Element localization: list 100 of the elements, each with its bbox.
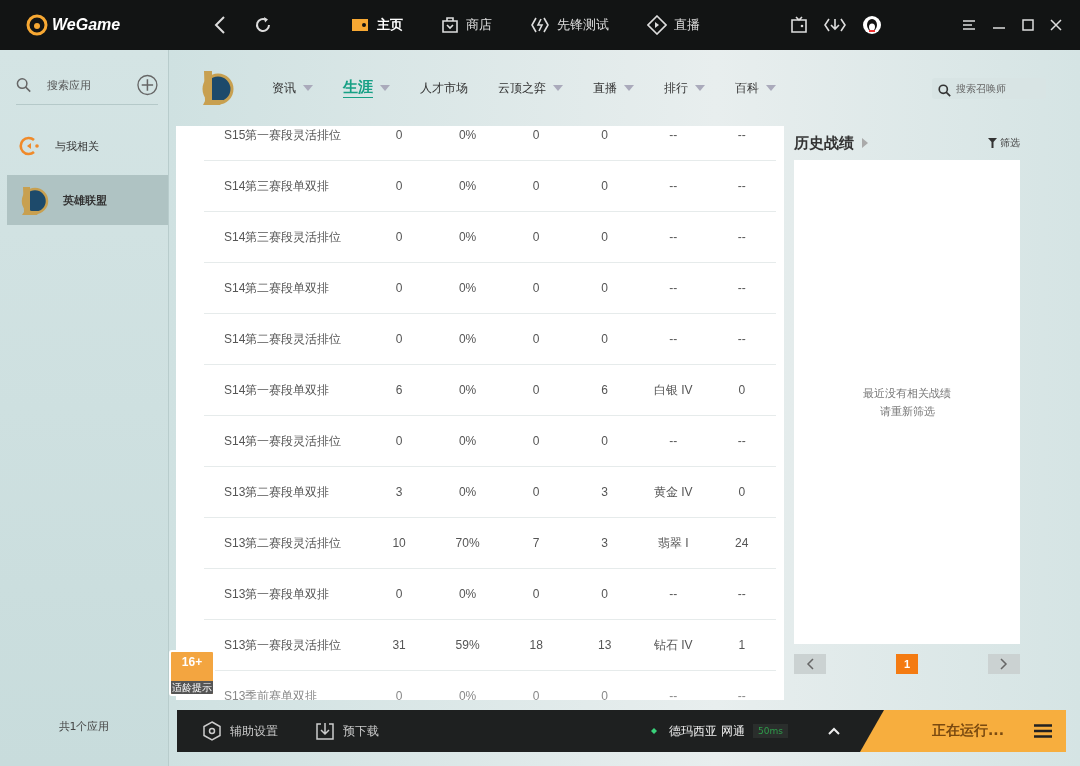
refresh-icon[interactable]	[254, 16, 272, 34]
lightning-icon	[530, 16, 550, 34]
table-cell-text: 0	[394, 434, 404, 448]
table-cell-text: S14第一赛段单双排	[223, 381, 331, 399]
table-cell-text: 0%	[457, 179, 478, 193]
table-cell-text: S14第一赛段灵活排位	[223, 432, 343, 450]
table-cell-text: 钻石 IV	[652, 636, 694, 654]
table-cell-text: --	[668, 128, 679, 142]
table-cell-text: 13	[597, 638, 613, 652]
menu-icon[interactable]	[1034, 724, 1052, 738]
search-icon	[16, 77, 32, 93]
table-cell-text: --	[736, 587, 747, 601]
empty-message: 最近没有相关战绩 请重新筛选	[863, 386, 951, 420]
table-cell-text: --	[736, 281, 747, 295]
download-icon[interactable]	[824, 16, 846, 34]
table-cell-text: 0	[394, 179, 404, 193]
table-cell-text: 0	[531, 434, 541, 448]
table-cell-text: 黄金 IV	[652, 483, 694, 501]
table-cell-text: 0	[600, 689, 609, 700]
table-cell-text: 31	[391, 638, 407, 652]
table-cell-text: 0%	[457, 587, 478, 601]
add-icon[interactable]	[137, 74, 158, 96]
hexagon-gear-icon	[203, 721, 221, 741]
chevron-up-icon[interactable]	[828, 727, 840, 735]
table-cell-text: 0	[531, 128, 541, 142]
table-cell-text: 0	[600, 230, 609, 244]
game-tab[interactable]: 云顶之弈	[498, 79, 563, 97]
game-tab[interactable]: 百科	[735, 79, 776, 97]
sidebar-item[interactable]: 英雄联盟	[7, 175, 168, 225]
assist-settings-button[interactable]: 辅助设置	[197, 720, 284, 742]
table-cell-text: 0	[600, 128, 609, 142]
top-nav-tab[interactable]: 商店	[441, 15, 492, 35]
maximize-icon[interactable]	[1022, 19, 1034, 31]
top-nav-tab[interactable]: 主页	[350, 15, 403, 35]
table-cell-text: 0	[600, 434, 609, 448]
table-cell-text: S14第二赛段单双排	[223, 279, 331, 297]
sidebar-item[interactable]: 与我相关	[7, 121, 168, 171]
game-tab[interactable]: 直播	[593, 79, 634, 97]
chevron-right-icon	[1000, 658, 1008, 670]
table-cell-text: 0	[600, 281, 609, 295]
table-cell-text: --	[736, 689, 747, 700]
history-title[interactable]: 历史战绩	[794, 133, 854, 153]
table-cell-text: S14第三赛段灵活排位	[223, 228, 343, 246]
table-cell-text: 59%	[454, 638, 481, 652]
table-cell-text: S13第二赛段灵活排位	[223, 534, 343, 552]
table-cell-text: 3	[600, 485, 609, 499]
shopping-bag-icon	[441, 16, 459, 34]
table-cell-text: --	[668, 689, 679, 700]
app-count: 共1个应用	[57, 719, 111, 735]
download-icon	[316, 722, 334, 740]
table-cell-text: 0%	[457, 689, 478, 700]
table-cell-text: S13第一赛段单双排	[223, 585, 331, 603]
table-cell-text: --	[736, 179, 747, 193]
filter-button[interactable]: 筛选	[988, 136, 1020, 150]
game-logo-icon	[19, 184, 49, 216]
play-diamond-icon	[647, 15, 667, 35]
game-tab[interactable]: 资讯	[272, 79, 313, 97]
table-cell-text: 1	[737, 638, 747, 652]
table-cell-text: --	[736, 434, 747, 448]
table-cell-text: 白银 IV	[652, 381, 694, 399]
table-cell-text: S13第二赛段单双排	[223, 483, 331, 501]
table-cell-text: 0	[531, 179, 541, 193]
table-cell-text: 0%	[457, 230, 478, 244]
table-cell-text: S14第三赛段单双排	[223, 177, 331, 195]
table-cell-text: 0	[600, 179, 609, 193]
table-cell-text: --	[668, 434, 679, 448]
table-cell-text: 0	[394, 128, 404, 142]
table-cell-text: 7	[531, 536, 541, 550]
back-icon[interactable]	[214, 16, 226, 34]
table-cell-text: --	[668, 281, 679, 295]
table-cell-text: 翡翠 I	[656, 534, 690, 552]
game-tab[interactable]: 排行	[664, 79, 705, 97]
wegame-icon	[19, 135, 41, 157]
table-cell-text: S13第一赛段灵活排位	[223, 636, 343, 654]
game-tab[interactable]: 人才市场	[420, 79, 468, 97]
table-cell-text: 0	[531, 689, 541, 700]
table-cell-text: 0	[531, 383, 541, 397]
game-logo-icon[interactable]	[200, 69, 234, 107]
top-nav-tab[interactable]: 先锋测试	[530, 15, 609, 35]
table-cell-text: 0	[531, 332, 541, 346]
table-cell-text: 0%	[457, 281, 478, 295]
table-cell-text: 0	[394, 281, 404, 295]
table-cell-text: --	[736, 230, 747, 244]
table-cell-text: 24	[734, 536, 750, 550]
predownload-button[interactable]: 预下载	[310, 721, 385, 741]
table-cell-text: S14第二赛段灵活排位	[223, 330, 343, 348]
server-selector[interactable]: 德玛西亚 网通	[663, 721, 752, 741]
close-icon[interactable]	[1050, 19, 1062, 31]
table-cell-text: 3	[600, 536, 609, 550]
ping-badge: 50ms	[753, 724, 788, 738]
top-nav-tab[interactable]: 直播	[647, 15, 700, 35]
table-cell-text: 0%	[457, 485, 478, 499]
table-cell-text: 0	[394, 689, 404, 700]
app-name: WeGame	[52, 16, 121, 34]
table-cell-text: 0%	[457, 383, 478, 397]
app-search-field[interactable]: 搜索应用	[45, 77, 130, 93]
age-rating: 16+	[181, 655, 203, 669]
penguin-avatar-icon[interactable]	[862, 15, 882, 35]
table-cell-text: --	[668, 179, 679, 193]
table-cell-text: 0	[737, 485, 747, 499]
